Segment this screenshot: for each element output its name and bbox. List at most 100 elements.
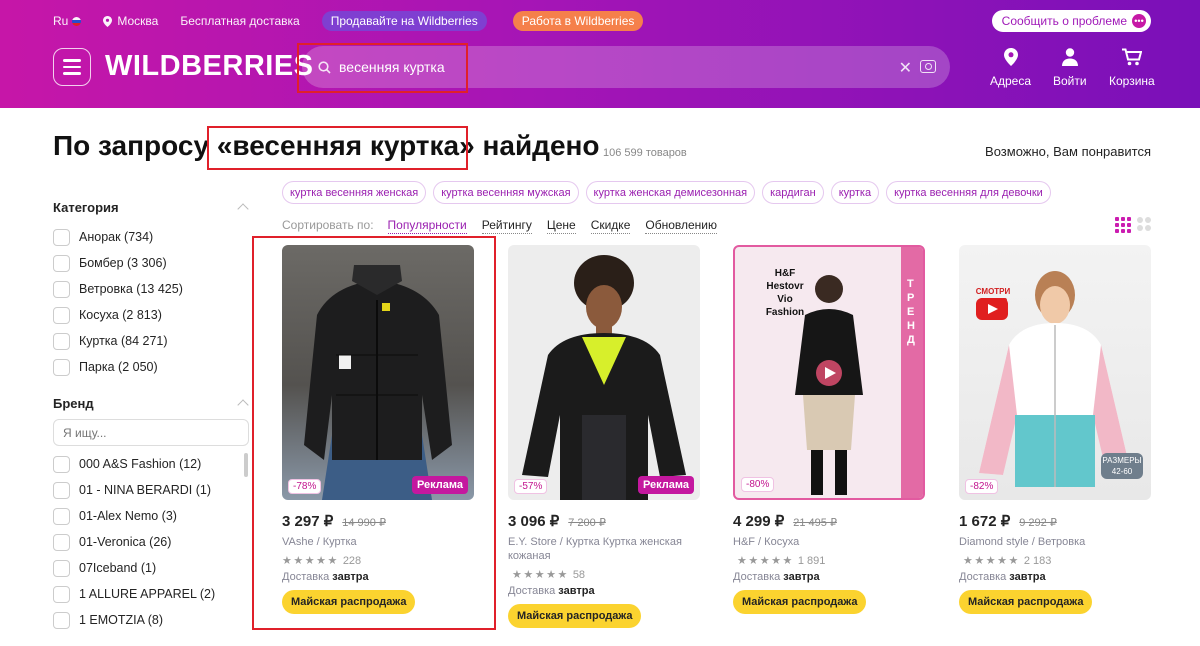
filter-checkbox[interactable]: Бомбер (3 306) bbox=[53, 250, 249, 276]
review-count: 58 bbox=[572, 568, 586, 581]
brand-list-scrollbar[interactable] bbox=[244, 453, 248, 477]
filter-checkbox[interactable]: 1 ALLURE APPAREL (2) bbox=[53, 581, 249, 607]
current-price: 1 672 ₽ bbox=[959, 513, 1011, 530]
brand-search-input[interactable] bbox=[53, 419, 249, 446]
star-rating-icon: ★★★★★ bbox=[737, 555, 794, 567]
topbar: Ru Москва Бесплатная доставка Продавайте… bbox=[53, 11, 669, 31]
sort-discount[interactable]: Скидке bbox=[590, 218, 631, 234]
filter-checkbox[interactable]: 1 EMOTZIA (8) bbox=[53, 607, 249, 633]
free-delivery-link[interactable]: Бесплатная доставка bbox=[180, 14, 299, 28]
grid-view-large-icon[interactable] bbox=[1137, 217, 1151, 231]
checkbox-icon bbox=[53, 481, 70, 499]
delivery-day: завтра bbox=[558, 585, 595, 597]
sale-badge[interactable]: Майская распродажа bbox=[508, 604, 642, 628]
product-card[interactable]: СМОТРИ ОБЗОР РАЗМЕРЫ 42-60 -82% 1 672 ₽ 9… bbox=[959, 245, 1151, 614]
delivery-label: Доставка bbox=[508, 585, 559, 597]
cart-button[interactable]: Корзина bbox=[1109, 48, 1155, 88]
filter-checkbox[interactable]: 01-Alex Nemo (3) bbox=[53, 503, 249, 529]
price-row: 1 672 ₽ 9 292 ₽ bbox=[959, 512, 1151, 530]
filter-label: Ветровка (13 425) bbox=[79, 282, 183, 296]
filters-sidebar: Категория Анорак (734) Бомбер (3 306) Ве… bbox=[53, 200, 249, 633]
grid-view-small-icon[interactable] bbox=[1115, 217, 1131, 233]
work-at-wildberries-button[interactable]: Работа в Wildberries bbox=[512, 11, 644, 31]
sort-price[interactable]: Цене bbox=[546, 218, 576, 234]
filter-label: 1 EMOTZIA (8) bbox=[79, 613, 164, 627]
rating-row: ★★★★★ 1 891 bbox=[733, 554, 925, 568]
sort-popularity[interactable]: Популярности bbox=[387, 218, 467, 234]
checkbox-icon bbox=[53, 306, 70, 324]
product-name[interactable]: Diamond style / Ветровка bbox=[959, 535, 1151, 549]
suggested-tags: куртка весенняя женская куртка весенняя … bbox=[282, 181, 1058, 204]
camera-search-icon[interactable] bbox=[920, 60, 936, 73]
delivery-info: Доставка завтра bbox=[959, 571, 1151, 583]
play-video-icon[interactable] bbox=[976, 298, 1008, 320]
city-selector[interactable]: Москва bbox=[103, 14, 158, 28]
report-problem-button[interactable]: Сообщить о проблеме ••• bbox=[991, 10, 1151, 32]
login-label: Войти bbox=[1053, 74, 1087, 88]
city-label: Москва bbox=[117, 14, 159, 28]
filter-label: 01 - NINA BERARDI (1) bbox=[79, 483, 211, 497]
filter-checkbox[interactable]: 01-Veronica (26) bbox=[53, 529, 249, 555]
delivery-day: завтра bbox=[783, 571, 820, 583]
ad-badge: Реклама bbox=[637, 476, 694, 494]
filter-checkbox[interactable]: Ветровка (13 425) bbox=[53, 276, 249, 302]
product-image[interactable]: СМОТРИ ОБЗОР РАЗМЕРЫ 42-60 -82% bbox=[959, 245, 1151, 500]
sort-update[interactable]: Обновлению bbox=[645, 218, 717, 234]
filter-checkbox[interactable]: 000 A&S Fashion (12) bbox=[53, 451, 249, 477]
trend-side-label: ТРЕНД bbox=[907, 278, 915, 346]
title-suffix: найдено bbox=[474, 130, 600, 161]
checkbox-icon bbox=[53, 533, 70, 551]
filter-checkbox[interactable]: 07Iceband (1) bbox=[53, 555, 249, 581]
search-highlight-box bbox=[297, 43, 468, 93]
addresses-button[interactable]: Адреса bbox=[990, 48, 1031, 88]
checkbox-icon bbox=[53, 455, 70, 473]
logo[interactable]: WILDBERRIES bbox=[105, 50, 314, 83]
tag-chip[interactable]: куртка весенняя женская bbox=[282, 181, 427, 204]
chat-icon: ••• bbox=[1132, 14, 1146, 28]
filter-checkbox[interactable]: Куртка (84 271) bbox=[53, 328, 249, 354]
sort-rating[interactable]: Рейтингу bbox=[481, 218, 532, 234]
language-label: Ru bbox=[53, 14, 69, 28]
filter-checkbox[interactable]: Парка (2 050) bbox=[53, 354, 249, 380]
product-card[interactable]: H&F Hestovr Vio Fashion ТРЕНД -80% 4 299… bbox=[733, 245, 925, 614]
sale-badge[interactable]: Майская распродажа bbox=[959, 590, 1093, 614]
brand-filter-header[interactable]: Бренд bbox=[53, 396, 249, 411]
price-row: 4 299 ₽ 21 495 ₽ bbox=[733, 512, 925, 530]
tag-chip[interactable]: куртка женская демисезонная bbox=[585, 181, 756, 204]
language-selector[interactable]: Ru bbox=[53, 14, 82, 28]
delivery-info: Доставка завтра bbox=[508, 585, 700, 597]
old-price: 7 200 ₽ bbox=[568, 517, 606, 529]
product-image[interactable]: -57% Реклама bbox=[508, 245, 700, 500]
menu-line bbox=[63, 59, 81, 62]
product-name[interactable]: E.Y. Store / Куртка Куртка женская кожан… bbox=[508, 535, 700, 563]
flag-icon bbox=[72, 16, 82, 26]
sale-badge[interactable]: Майская распродажа bbox=[733, 590, 867, 614]
tag-chip[interactable]: куртка bbox=[830, 181, 880, 204]
category-filter-header[interactable]: Категория bbox=[53, 200, 249, 215]
filter-checkbox[interactable]: Косуха (2 813) bbox=[53, 302, 249, 328]
filter-checkbox[interactable]: Анорак (734) bbox=[53, 224, 249, 250]
tag-chip[interactable]: куртка весенняя мужская bbox=[433, 181, 579, 204]
checkbox-icon bbox=[53, 585, 70, 603]
menu-button[interactable] bbox=[53, 48, 91, 86]
cart-icon bbox=[1121, 48, 1142, 66]
menu-line bbox=[63, 65, 81, 69]
filter-label: 000 A&S Fashion (12) bbox=[79, 457, 202, 471]
sell-on-wildberries-button[interactable]: Продавайте на Wildberries bbox=[321, 11, 487, 31]
filter-label: 01-Veronica (26) bbox=[79, 535, 172, 549]
clear-search-icon[interactable]: ✕ bbox=[899, 58, 912, 78]
product-image[interactable]: H&F Hestovr Vio Fashion ТРЕНД -80% bbox=[733, 245, 925, 500]
filter-label: Куртка (84 271) bbox=[79, 334, 168, 348]
checkbox-icon bbox=[53, 332, 70, 350]
product-highlight-box bbox=[252, 236, 496, 630]
checkbox-icon bbox=[53, 280, 70, 298]
filter-checkbox[interactable]: 01 - NINA BERARDI (1) bbox=[53, 477, 249, 503]
product-name[interactable]: H&F / Косуха bbox=[733, 535, 925, 549]
tag-chip[interactable]: кардиган bbox=[762, 181, 824, 204]
product-card[interactable]: -57% Реклама 3 096 ₽ 7 200 ₽ E.Y. Store /… bbox=[508, 245, 700, 628]
login-button[interactable]: Войти bbox=[1053, 48, 1087, 88]
category-title: Категория bbox=[53, 200, 119, 215]
maybe-you-like-link[interactable]: Возможно, Вам понравится bbox=[985, 144, 1151, 159]
tag-chip[interactable]: куртка весенняя для девочки bbox=[886, 181, 1051, 204]
review-count: 2 183 bbox=[1023, 554, 1052, 567]
